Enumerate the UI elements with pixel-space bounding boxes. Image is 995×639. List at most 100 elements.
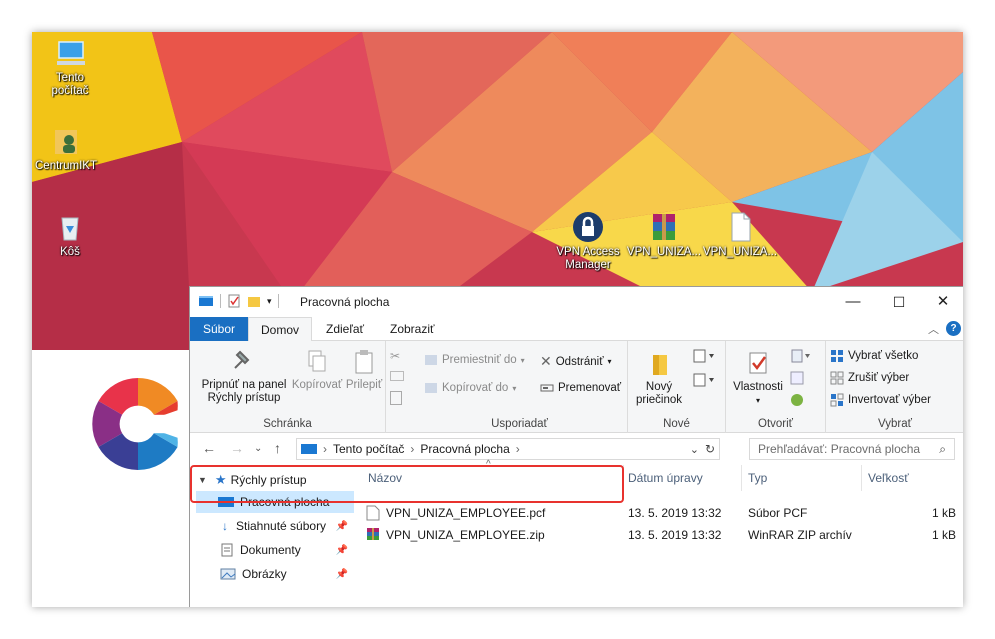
desktop-icon-vpn-zip[interactable]: VPN_UNIZA... [626,210,702,259]
rename-button[interactable]: Premenovať [540,381,621,395]
search-box[interactable]: Prehľadávať: Pracovná plocha ⌕ [749,438,955,460]
desktop-icon-recycle-bin[interactable]: Kôš [32,210,108,259]
desktop-location-icon [301,444,317,454]
group-label-organize: Usporiadať [491,418,548,430]
properties-icon[interactable] [227,294,241,308]
tab-home[interactable]: Domov [248,317,313,342]
nav-item-documents[interactable]: Dokumenty 📌 [196,539,354,561]
documents-icon [221,543,233,557]
copy-to-button[interactable]: Kopírovať do ▾ [424,381,516,395]
select-none-icon [830,371,844,385]
group-clipboard: Pripnúť na panel Rýchly prístup Kopírova… [190,341,400,433]
copy-button[interactable]: Kopírovať [290,349,344,392]
select-all-button[interactable]: Vybrať všetko [830,349,918,363]
pin-icon: 📌 [335,520,348,532]
new-folder-button[interactable]: Nový priečinok [632,349,686,407]
desktop-icon-this-pc[interactable]: Tento počítač [32,36,108,98]
folder-icon [653,355,667,375]
group-open: Vlastnosti ▾ Otvoriť [726,341,826,433]
new-item-icon[interactable] [692,349,716,363]
pin-to-quick-access-button[interactable]: Pripnúť na panel Rýchly prístup [196,349,292,405]
properties-button[interactable]: Vlastnosti ▾ [728,349,788,407]
column-header-size[interactable]: Veľkosť [862,465,948,491]
easy-access-icon[interactable] [692,373,716,387]
desktop-icon-centrumikt[interactable]: CentrumIKT [32,124,106,173]
paste-shortcut-icon[interactable] [390,391,402,405]
close-button[interactable]: ✕ [920,287,963,317]
delete-dropdown-icon: ▾ [607,357,612,366]
separator [220,294,221,308]
nav-item-label: Obrázky [242,567,287,581]
ribbon-tabs: Súbor Domov Zdieľať Zobraziť ︿ ? [190,317,963,342]
breadcrumb-desktop[interactable]: Pracovná plocha [420,442,509,456]
quick-access-toolbar: ▾ [198,294,279,308]
history-icon[interactable] [790,393,804,407]
new-folder-label-line1: Nový [645,381,673,393]
address-bar[interactable]: › Tento počítač › Pracovná plocha › ⌄ ↻ [296,438,720,460]
file-date: 13. 5. 2019 13:32 [628,506,722,520]
window-title: Pracovná plocha [300,295,390,309]
paste-label: Prilepiť [345,379,383,391]
forward-arrow-icon[interactable]: → [230,440,244,456]
help-icon[interactable]: ? [946,321,961,336]
title-bar: ▾ Pracovná plocha — ☐ ✕ [190,287,963,317]
breadcrumb-separator-icon: › [410,442,415,456]
invert-selection-icon [830,393,844,407]
copy-icon [308,350,326,372]
pin-icon: 📌 [335,544,348,556]
collapse-ribbon-icon[interactable]: ︿ [928,321,939,337]
delete-button[interactable]: ✕ Odstrániť ▾ [540,353,612,370]
table-row[interactable]: VPN_UNIZA_EMPLOYEE.zip 13. 5. 2019 13:32… [366,525,956,546]
paste-icon [355,350,373,374]
search-icon: ⌕ [939,442,946,456]
desktop-icon-label: počítač [51,85,89,97]
breadcrumb-separator-icon: › [323,442,327,456]
select-none-label: Zrušiť výber [848,372,910,384]
file-type: Súbor PCF [748,506,808,520]
file-icon [731,212,751,242]
up-arrow-icon[interactable]: ↑ [274,440,281,456]
properties-dropdown-icon: ▾ [755,396,760,405]
file-date: 13. 5. 2019 13:32 [628,528,722,542]
address-dropdown-icon[interactable]: ⌄ [690,443,699,456]
minimize-button[interactable]: — [830,287,876,317]
tab-share[interactable]: Zdieľať [314,317,376,341]
desktop-icon-label: Kôš [60,246,80,258]
recent-locations-icon[interactable]: ⌄ [254,443,262,454]
rename-label: Premenovať [558,382,622,394]
desktop-icon-label: CentrumIKT [35,160,97,172]
file-type: WinRAR ZIP archív [748,528,852,542]
maximize-button[interactable]: ☐ [876,287,922,317]
rename-icon [540,384,554,392]
invert-selection-button[interactable]: Invertovať výber [830,393,931,407]
qat-dropdown-icon[interactable]: ▾ [267,296,272,307]
move-to-button[interactable]: Premiestniť do ▾ [424,353,525,367]
column-header-type[interactable]: Typ [742,465,862,491]
desktop-icon-vpn-pcf[interactable]: VPN_UNIZA... [702,210,778,259]
copy-path-icon[interactable] [390,371,404,381]
column-header-date[interactable]: Dátum úpravy [622,465,742,491]
table-row[interactable]: VPN_UNIZA_EMPLOYEE.pcf 13. 5. 2019 13:32… [366,503,956,524]
file-name: VPN_UNIZA_EMPLOYEE.pcf [386,506,546,520]
open-icon[interactable] [790,349,812,363]
separator [277,294,279,308]
refresh-icon[interactable]: ↻ [705,442,715,456]
nav-item-pictures[interactable]: Obrázky 📌 [196,563,354,585]
desktop-icon-label: VPN_UNIZA... [702,246,778,258]
copy-to-dropdown-icon: ▾ [512,383,517,393]
desktop-icon-vpn-access-manager[interactable]: VPN Access Manager [550,210,626,272]
tab-file[interactable]: Súbor [190,317,248,341]
nav-item-downloads[interactable]: ↓ Stiahnuté súbory 📌 [196,515,354,537]
tab-view[interactable]: Zobraziť [378,317,447,341]
content-area: ▼ ★ Rýchly prístup Pracovná plocha ↓ Sti… [190,459,963,607]
paste-button[interactable]: Prilepiť [344,349,384,392]
edit-icon[interactable] [790,371,804,385]
breadcrumb-this-pc[interactable]: Tento počítač [333,442,404,456]
new-folder-icon[interactable] [247,294,261,308]
computer-icon [57,41,85,65]
back-arrow-icon[interactable]: ← [202,440,216,456]
cut-icon[interactable]: ✂ [390,349,400,363]
search-placeholder: Prehľadávať: Pracovná plocha [758,442,921,456]
copy-to-icon [425,383,437,393]
select-none-button[interactable]: Zrušiť výber [830,371,909,385]
